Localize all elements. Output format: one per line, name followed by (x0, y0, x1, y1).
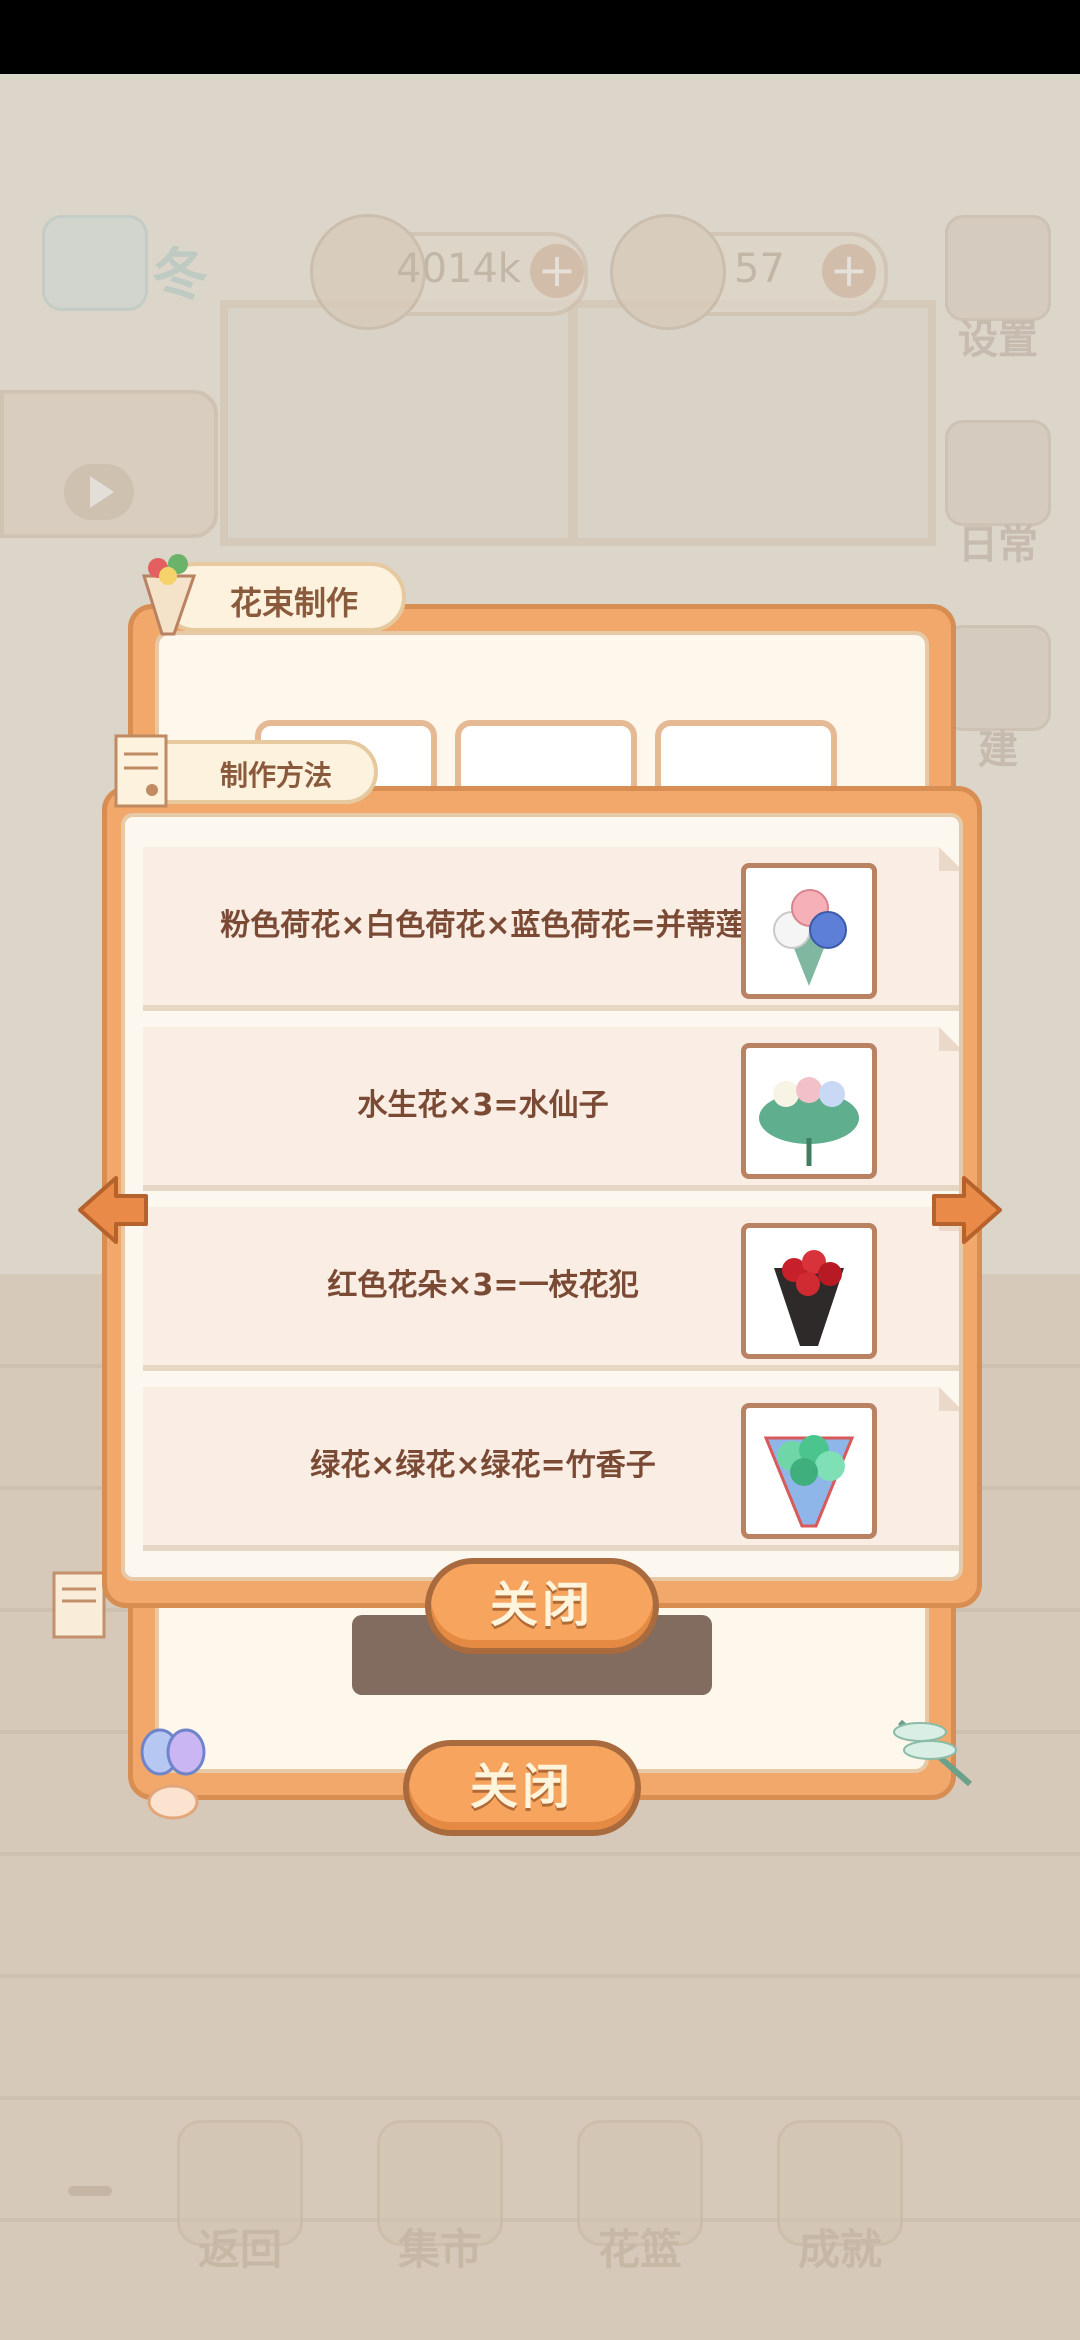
next-page-arrow-icon[interactable] (928, 1170, 1008, 1250)
recipe-item: 红色花朵×3=一枝花犯 (143, 1207, 959, 1371)
dragonfly-icon (893, 1719, 972, 1787)
recipe-close-button[interactable]: 关闭 (425, 1558, 659, 1654)
paper-fold (939, 847, 959, 871)
bouquet-close-label: 关闭 (469, 1759, 574, 1815)
recipe-panel: 粉色荷花×白色荷花×蓝色荷花=并蒂莲 水生花×3=水仙子 红色花朵×3=一枝花犯… (102, 786, 982, 1608)
recipe-note-icon (114, 734, 168, 808)
recipe-title-tab: 制作方法 (114, 734, 378, 808)
recipe-item: 水生花×3=水仙子 (143, 1027, 959, 1191)
recipe-title: 制作方法 (220, 759, 333, 792)
red-rose-bouquet-icon (741, 1223, 877, 1359)
recipe-formula: 粉色荷花×白色荷花×蓝色荷花=并蒂莲 (220, 908, 746, 943)
paper-fold (939, 1027, 959, 1051)
bouquet-title: 花束制作 (230, 584, 359, 622)
paper-fold (939, 1387, 959, 1411)
recipe-item: 绿花×绿花×绿花=竹香子 (143, 1387, 959, 1551)
recipe-formula: 红色花朵×3=一枝花犯 (327, 1268, 639, 1303)
recipe-item: 粉色荷花×白色荷花×蓝色荷花=并蒂莲 (143, 847, 959, 1011)
recipe-list: 粉色荷花×白色荷花×蓝色荷花=并蒂莲 水生花×3=水仙子 红色花朵×3=一枝花犯… (121, 813, 963, 1581)
lotus-bouquet-icon (741, 863, 877, 999)
recipe-close-label: 关闭 (489, 1577, 594, 1633)
recipe-formula: 绿花×绿花×绿花=竹香子 (310, 1448, 656, 1483)
aquatic-bouquet-icon (741, 1043, 877, 1179)
green-bouquet-icon (741, 1403, 877, 1539)
recipe-formula: 水生花×3=水仙子 (357, 1088, 609, 1123)
previous-page-arrow-icon[interactable] (72, 1170, 152, 1250)
bouquet-icon (141, 554, 197, 636)
status-bar (0, 0, 1080, 74)
butterfly-icon (140, 1728, 206, 1820)
bouquet-title-tab: 花束制作 (141, 554, 406, 636)
bouquet-close-button[interactable]: 关闭 (403, 1740, 641, 1836)
